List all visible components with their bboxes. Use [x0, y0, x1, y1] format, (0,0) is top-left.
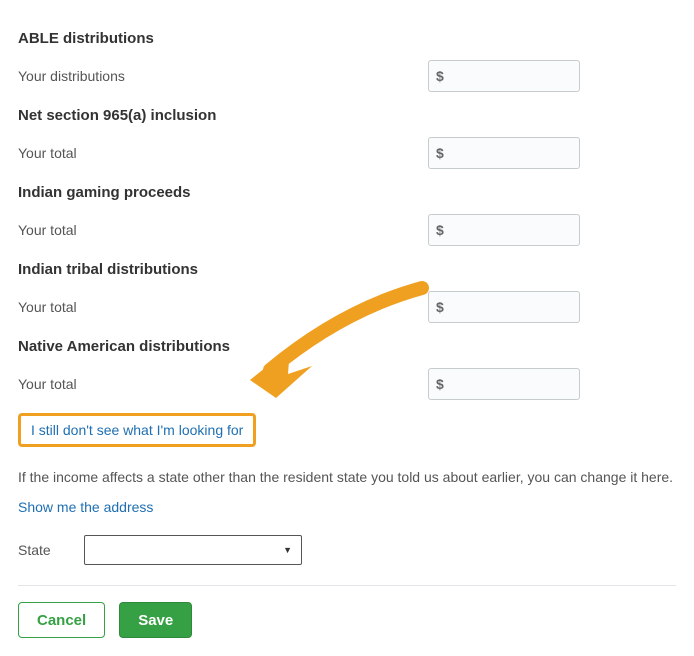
label-indian-tribal-total: Your total [18, 299, 428, 315]
label-native-american-total: Your total [18, 376, 428, 392]
highlighted-help-link-box: I still don't see what I'm looking for [18, 413, 256, 447]
cancel-button[interactable]: Cancel [18, 602, 105, 638]
show-address-link[interactable]: Show me the address [18, 499, 153, 515]
divider [18, 585, 676, 586]
help-link-still-dont-see[interactable]: I still don't see what I'm looking for [31, 422, 243, 438]
input-able-distributions[interactable] [428, 60, 580, 92]
label-indian-gaming-total: Your total [18, 222, 428, 238]
section-title-indian-gaming: Indian gaming proceeds [18, 184, 676, 201]
input-native-american-total[interactable] [428, 368, 580, 400]
section-title-native-american: Native American distributions [18, 338, 676, 355]
state-change-note: If the income affects a state other than… [18, 469, 676, 485]
input-indian-tribal-total[interactable] [428, 291, 580, 323]
label-965a-total: Your total [18, 145, 428, 161]
state-select[interactable] [84, 535, 302, 565]
section-title-965a: Net section 965(a) inclusion [18, 107, 676, 124]
section-title-able: ABLE distributions [18, 30, 676, 47]
state-label: State [18, 542, 84, 558]
label-able-distributions: Your distributions [18, 68, 428, 84]
input-indian-gaming-total[interactable] [428, 214, 580, 246]
input-965a-total[interactable] [428, 137, 580, 169]
section-title-indian-tribal: Indian tribal distributions [18, 261, 676, 278]
save-button[interactable]: Save [119, 602, 192, 638]
